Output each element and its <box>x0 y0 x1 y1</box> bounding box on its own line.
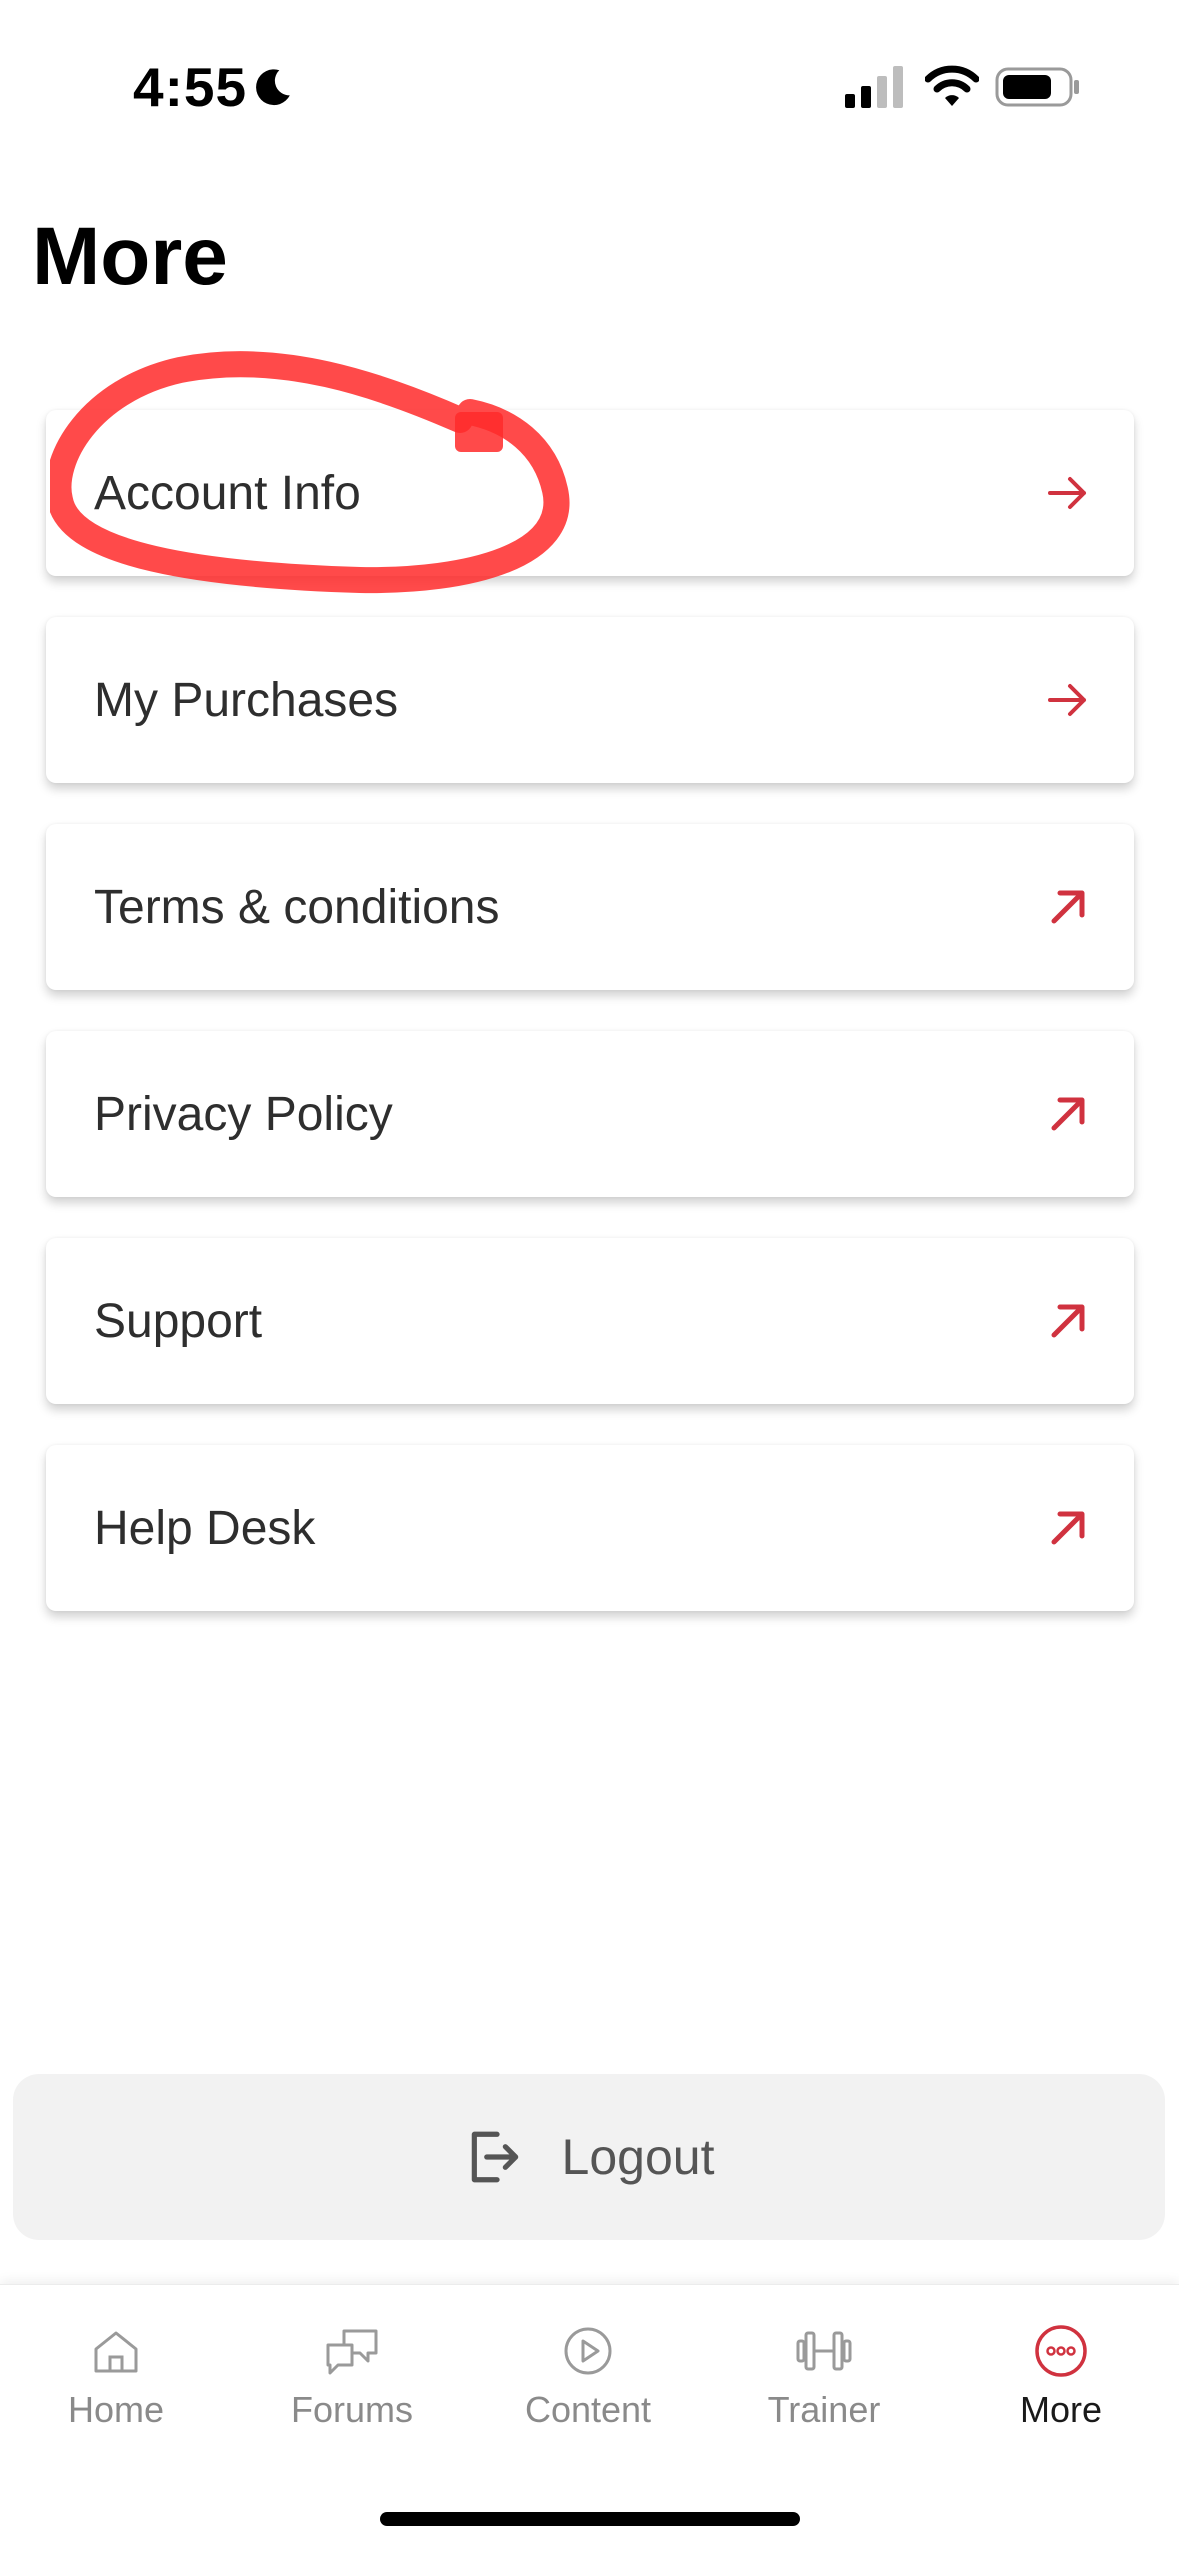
more-dots-icon <box>1035 2325 1087 2377</box>
nav-item-content[interactable]: Content <box>488 2321 688 2431</box>
menu-item-my-purchases[interactable]: My Purchases <box>46 617 1134 783</box>
nav-label-trainer: Trainer <box>767 2389 881 2430</box>
nav-item-trainer[interactable]: Trainer <box>724 2321 924 2431</box>
nav-item-more[interactable]: More <box>961 2321 1161 2431</box>
arrow-right-icon <box>1048 684 1086 716</box>
page-title: More <box>32 211 228 302</box>
battery-icon <box>995 67 1079 107</box>
play-circle-icon <box>564 2327 612 2375</box>
nav-item-forums[interactable]: Forums <box>252 2321 452 2431</box>
status-bar: 4:55 <box>0 0 1179 170</box>
nav-label-content: Content <box>524 2389 652 2430</box>
external-link-arrow-icon <box>1051 1511 1085 1545</box>
logout-label: Logout <box>561 2129 715 2185</box>
menu-item-label: Terms & conditions <box>94 880 500 934</box>
external-link-arrow-icon <box>1051 1097 1085 1131</box>
nav-label-forums: Forums <box>290 2389 413 2430</box>
chat-bubbles-icon <box>326 2329 378 2375</box>
logout-icon <box>471 2131 518 2183</box>
moon-icon <box>256 69 290 106</box>
home-indicator[interactable] <box>380 2512 800 2526</box>
logout-button[interactable]: Logout <box>13 2074 1165 2240</box>
menu-item-terms-conditions[interactable]: Terms & conditions <box>46 824 1134 990</box>
external-link-arrow-icon <box>1051 890 1085 924</box>
nav-label-more: More <box>1019 2389 1103 2430</box>
menu-item-account-info[interactable]: Account Info <box>46 410 1134 576</box>
menu-item-support[interactable]: Support <box>46 1238 1134 1404</box>
menu-item-label: Privacy Policy <box>94 1087 393 1141</box>
menu-item-label: My Purchases <box>94 673 399 727</box>
cellular-signal-icon <box>845 66 903 108</box>
nav-label-home: Home <box>67 2389 165 2430</box>
nav-item-home[interactable]: Home <box>16 2321 216 2431</box>
external-link-arrow-icon <box>1051 1304 1085 1338</box>
menu-item-help-desk[interactable]: Help Desk <box>46 1445 1134 1611</box>
home-icon <box>94 2331 138 2373</box>
menu-item-label: Help Desk <box>94 1501 316 1555</box>
dumbbell-icon <box>796 2331 852 2371</box>
menu-item-privacy-policy[interactable]: Privacy Policy <box>46 1031 1134 1197</box>
menu-item-label: Account Info <box>94 466 361 520</box>
arrow-right-icon <box>1048 477 1086 509</box>
status-time: 4:55 <box>133 56 248 118</box>
menu-item-label: Support <box>94 1294 263 1348</box>
wifi-icon <box>925 65 979 106</box>
menu-list: Account Info My Purchases Terms & condit… <box>46 410 1134 1652</box>
